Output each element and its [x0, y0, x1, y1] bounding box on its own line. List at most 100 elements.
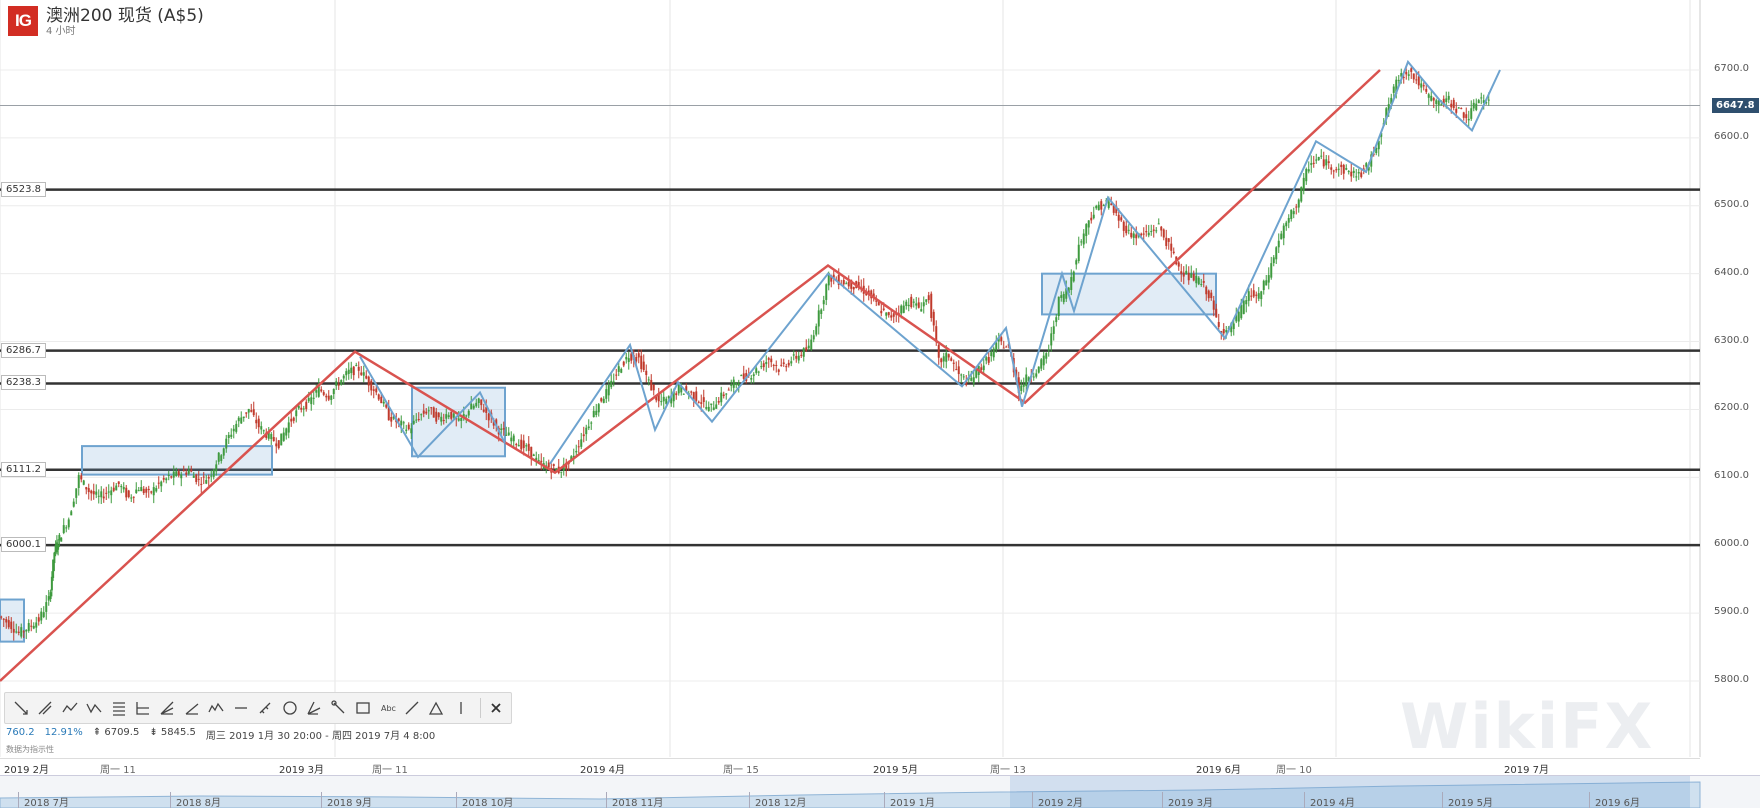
candle-body — [400, 420, 403, 426]
candle-body — [2, 618, 5, 620]
candle-body — [57, 545, 60, 550]
candle-body — [942, 356, 945, 362]
candle-body — [375, 388, 378, 393]
candle-body — [1252, 290, 1255, 297]
candle-body — [480, 399, 483, 406]
x-tick-label: 周一 15 — [723, 765, 759, 776]
arrow-line-icon[interactable] — [11, 698, 30, 718]
candle-body — [1217, 322, 1220, 327]
candle-body — [505, 434, 508, 436]
candle-body — [250, 410, 253, 412]
navigator[interactable]: 2018 7月 2018 8月 2018 9月 2018 10月 2018 11月 201… — [0, 775, 1760, 809]
triangle-icon[interactable] — [427, 698, 446, 718]
candle-body — [402, 422, 405, 424]
path-icon[interactable] — [329, 698, 348, 718]
candle-body — [255, 419, 258, 424]
navigator-area — [0, 776, 1701, 808]
candle-body — [905, 301, 908, 306]
candle-body — [652, 384, 655, 391]
candle-body — [1280, 233, 1283, 240]
candle-body — [1410, 68, 1413, 72]
candle-body — [1270, 263, 1273, 278]
candle-body — [175, 471, 178, 477]
candle-body — [1357, 172, 1360, 174]
candle-body — [415, 419, 418, 421]
x-tick-label: 2019 6月 — [1196, 765, 1241, 776]
candle-body — [72, 501, 75, 507]
candle-body — [702, 397, 705, 403]
pitchfork-icon[interactable] — [304, 698, 323, 718]
candle-body — [112, 487, 115, 491]
candle-body — [5, 619, 8, 623]
ruler-icon[interactable] — [256, 698, 275, 718]
candle-body — [1337, 168, 1340, 170]
candle-body — [647, 379, 650, 381]
price-chart[interactable] — [0, 0, 1760, 807]
rectangle-icon[interactable] — [353, 698, 372, 718]
candle-body — [1145, 231, 1148, 233]
fib-icon[interactable] — [133, 698, 152, 718]
candle-body — [1140, 233, 1143, 236]
candle-body — [1445, 98, 1448, 103]
candle-body — [225, 438, 228, 449]
candle-body — [12, 628, 15, 633]
candle-body — [880, 310, 883, 314]
candle-body — [82, 480, 85, 485]
grid-icon[interactable] — [109, 698, 128, 718]
candle-body — [232, 428, 235, 432]
line-icon[interactable] — [402, 698, 421, 718]
candle-body — [507, 432, 510, 436]
candle-body — [1290, 209, 1293, 220]
candle-body — [1360, 172, 1363, 177]
stat-change: 760.2 — [6, 727, 35, 738]
candle-body — [775, 364, 778, 366]
candle-body — [110, 490, 113, 496]
candle-body — [990, 352, 993, 357]
candle-body — [1462, 112, 1465, 118]
candle-body — [190, 469, 193, 472]
elliott-icon[interactable] — [207, 698, 226, 718]
fan-icon[interactable] — [158, 698, 177, 718]
candle-body — [132, 496, 135, 498]
candle-body — [180, 474, 183, 479]
candle-body — [477, 398, 480, 403]
candle-body — [612, 381, 615, 383]
candle-body — [812, 335, 815, 340]
candle-body — [1057, 296, 1060, 317]
candle-body — [1310, 163, 1313, 165]
current-price-tag: 6647.8 — [1712, 98, 1759, 113]
candle-body — [1365, 163, 1368, 167]
navigator-tick — [1304, 792, 1305, 808]
candle-body — [10, 621, 13, 630]
x-tick-label: 周一 11 — [100, 765, 136, 776]
candle-body — [882, 308, 885, 310]
wave-icon[interactable] — [60, 698, 79, 718]
candle-body — [705, 407, 708, 409]
candle-body — [1435, 100, 1438, 104]
candle-body — [662, 396, 665, 402]
x-tick-label: 2019 2月 — [4, 765, 49, 776]
candle-body — [605, 389, 608, 399]
angle-icon[interactable] — [182, 698, 201, 718]
vertical-line-icon[interactable] — [451, 698, 470, 718]
candle-body — [1205, 286, 1208, 295]
candle-body — [1470, 108, 1473, 119]
candle-body — [277, 440, 280, 449]
parallel-icon[interactable] — [35, 698, 54, 718]
circle-icon[interactable] — [280, 698, 299, 718]
horizontal-line-icon[interactable] — [231, 698, 250, 718]
candle-body — [577, 446, 580, 448]
zigzag-icon[interactable] — [84, 698, 103, 718]
candle-body — [1340, 164, 1343, 168]
candle-body — [1122, 221, 1125, 231]
text-icon[interactable]: Abc — [378, 698, 397, 718]
candle-body — [1142, 233, 1145, 235]
close-icon[interactable] — [479, 698, 506, 718]
candle-body — [1032, 376, 1035, 378]
candle-body — [892, 313, 895, 317]
candle-body — [322, 392, 325, 395]
candle-body — [1422, 85, 1425, 87]
candle-body — [742, 373, 745, 379]
x-tick-label: 2019 4月 — [580, 765, 625, 776]
candle-body — [50, 576, 53, 591]
